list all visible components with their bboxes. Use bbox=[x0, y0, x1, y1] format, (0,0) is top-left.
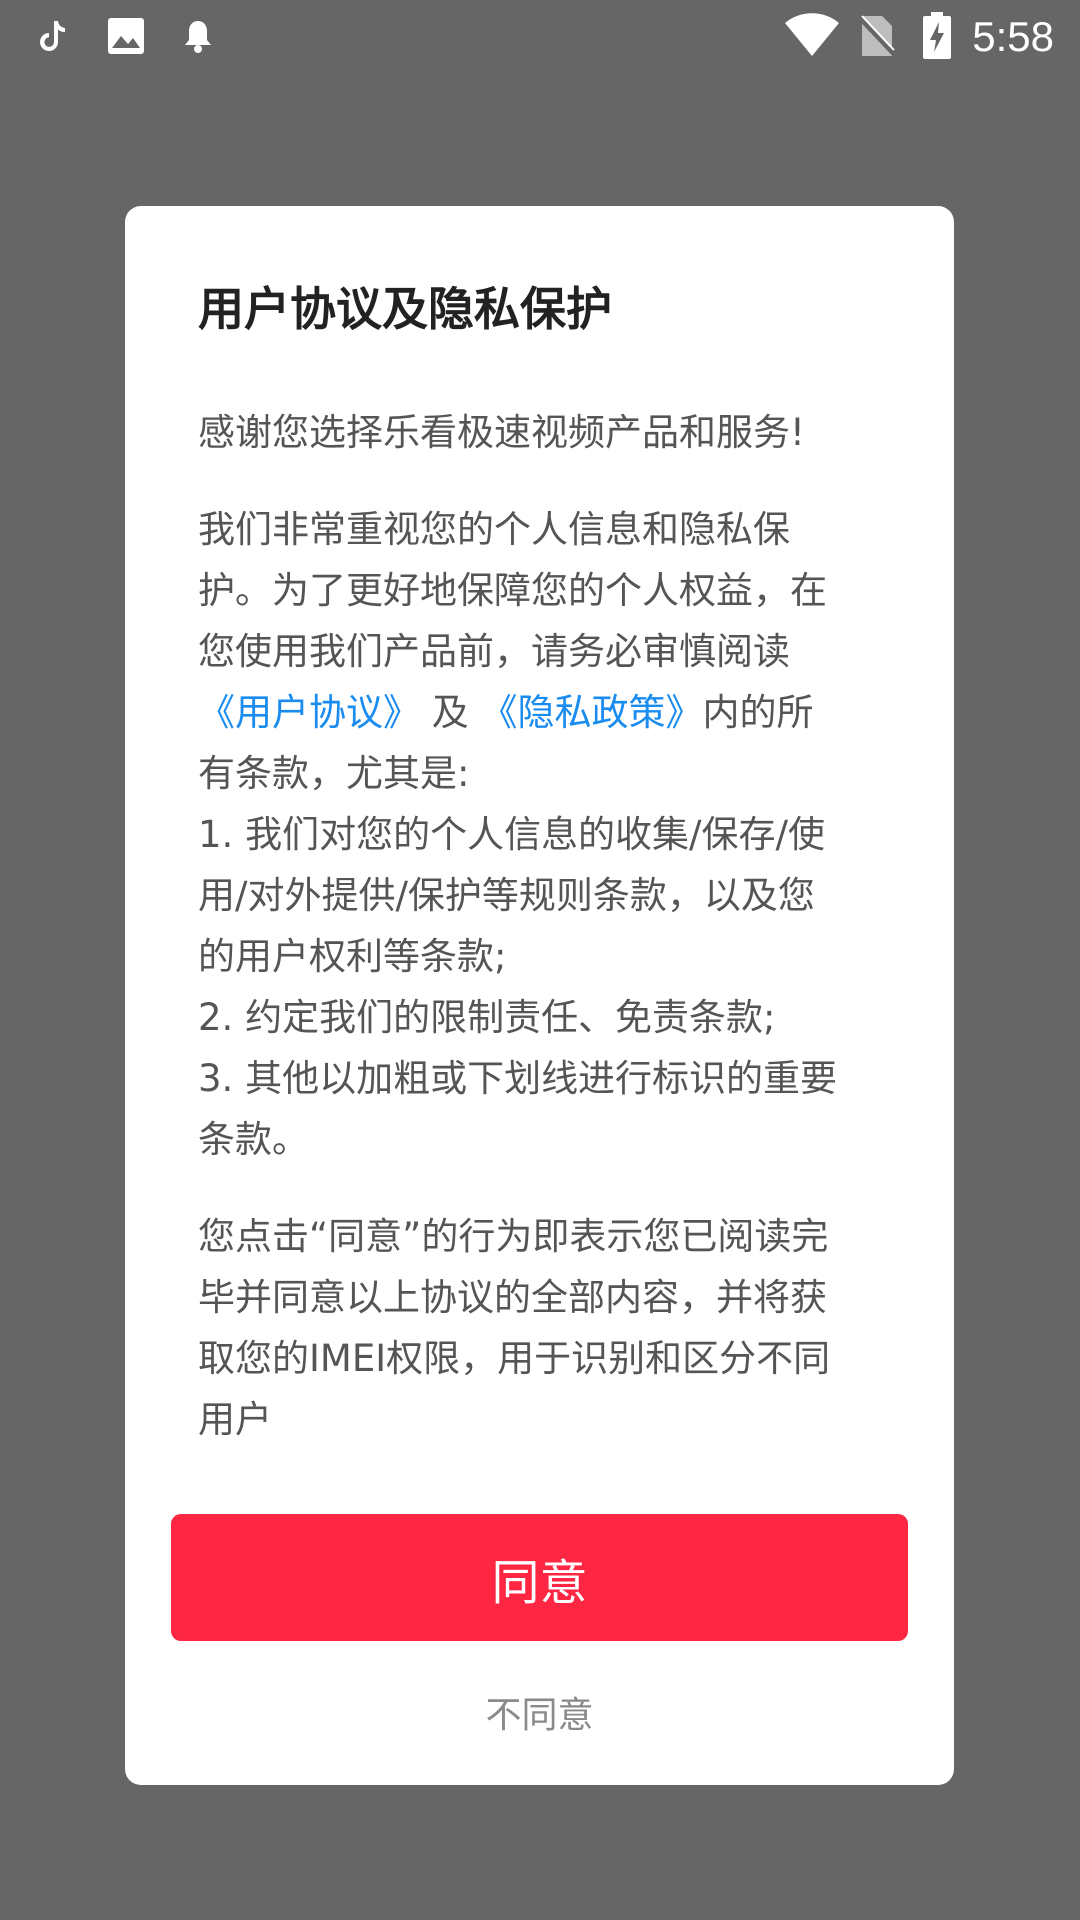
status-clock: 5:58 bbox=[972, 13, 1054, 60]
consent-line: 用户 bbox=[198, 1398, 272, 1441]
agree-button[interactable]: 同意 bbox=[171, 1514, 908, 1641]
body-line-links: 《用户协议》 及 《隐私政策》内的所 bbox=[198, 682, 898, 743]
body-line: 的用户权利等条款; bbox=[198, 935, 507, 978]
body-line: 1. 我们对您的个人信息的收集/保存/使 bbox=[198, 813, 825, 856]
after-links-text: 内的所 bbox=[702, 691, 814, 734]
privacy-policy-link[interactable]: 《隐私政策》 bbox=[481, 691, 703, 734]
body-line: 我们非常重视您的个人信息和隐私保 bbox=[198, 508, 790, 551]
body-line: 3. 其他以加粗或下划线进行标识的重要 bbox=[198, 1057, 838, 1100]
body-line: 用/对外提供/保护等规则条款，以及您 bbox=[198, 874, 815, 917]
body-line: 护。为了更好地保障您的个人权益，在 bbox=[198, 569, 827, 612]
battery-charging-icon bbox=[922, 12, 952, 64]
user-agreement-link[interactable]: 《用户协议》 bbox=[198, 691, 420, 734]
privacy-dialog: 用户协议及隐私保护 感谢您选择乐看极速视频产品和服务! 我们非常重视您的个人信息… bbox=[125, 206, 954, 1785]
image-icon bbox=[106, 16, 146, 60]
no-sim-icon bbox=[858, 14, 896, 62]
tiktok-icon bbox=[38, 18, 68, 58]
disagree-button[interactable]: 不同意 bbox=[125, 1692, 954, 1740]
body-line: 2. 约定我们的限制责任、免责条款; bbox=[198, 996, 776, 1039]
dialog-title: 用户协议及隐私保护 bbox=[198, 282, 612, 336]
consent-text: 您点击“同意”的行为即表示您已阅读完 毕并同意以上协议的全部内容，并将获 取您的… bbox=[198, 1206, 898, 1450]
consent-line: 您点击“同意”的行为即表示您已阅读完 bbox=[198, 1215, 829, 1258]
body-line: 有条款，尤其是: bbox=[198, 752, 470, 795]
body-line: 您使用我们产品前，请务必审慎阅读 bbox=[198, 630, 790, 673]
greeting-text: 感谢您选择乐看极速视频产品和服务! bbox=[198, 411, 805, 454]
wifi-icon bbox=[784, 12, 840, 62]
and-text: 及 bbox=[420, 691, 481, 734]
bell-icon bbox=[183, 18, 213, 58]
consent-line: 毕并同意以上协议的全部内容，并将获 bbox=[198, 1276, 827, 1319]
consent-line: 取您的IMEI权限，用于识别和区分不同 bbox=[198, 1337, 831, 1380]
agreement-body: 我们非常重视您的个人信息和隐私保 护。为了更好地保障您的个人权益，在 您使用我们… bbox=[198, 499, 898, 1170]
status-bar: 5:58 bbox=[0, 0, 1080, 74]
body-line: 条款。 bbox=[198, 1118, 309, 1161]
